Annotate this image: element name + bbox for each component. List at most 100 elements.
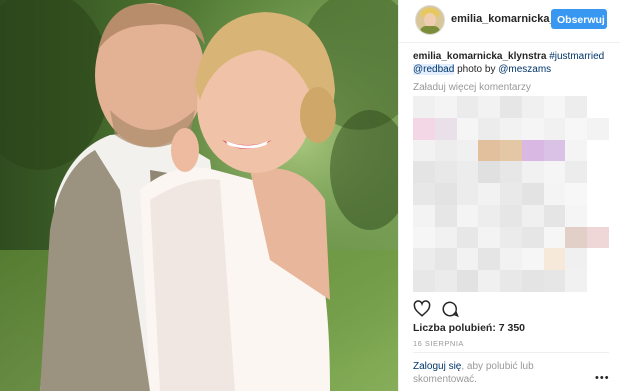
pixel-block — [543, 226, 566, 249]
mention-link[interactable]: @redbad — [413, 64, 455, 75]
pixel-block — [500, 117, 522, 140]
instagram-post-embed: emilia_komarnicka_ Obserwuj emilia_komar… — [0, 0, 620, 391]
wedding-couple-image — [0, 0, 398, 391]
more-options-icon[interactable]: ••• — [595, 372, 610, 384]
pixel-block — [413, 161, 435, 184]
pixel-block — [500, 183, 522, 205]
pixel-block — [565, 183, 588, 205]
pixel-block — [587, 161, 609, 184]
pixel-block — [413, 226, 435, 249]
post-header: emilia_komarnicka_ Obserwuj — [399, 0, 620, 43]
pixel-block — [478, 226, 501, 249]
pixel-block — [543, 204, 566, 227]
pixel-block — [543, 117, 566, 140]
photo-by-text: photo by — [457, 64, 496, 75]
pixel-block — [565, 117, 588, 140]
pixel-block — [521, 161, 544, 184]
pixel-block — [456, 226, 479, 249]
pixel-block — [500, 204, 522, 227]
pixel-block — [434, 183, 457, 205]
pixel-block — [500, 161, 522, 184]
pixel-block — [478, 248, 501, 271]
pixel-block — [434, 204, 457, 227]
pixel-block — [587, 204, 609, 227]
pixel-block — [543, 183, 566, 205]
pixel-block — [521, 204, 544, 227]
pixel-block — [478, 161, 501, 184]
pixel-block — [456, 96, 479, 118]
pixel-block — [456, 161, 479, 184]
pixel-block — [413, 204, 435, 227]
pixel-block — [456, 248, 479, 271]
pixel-block — [413, 183, 435, 205]
pixel-block — [521, 139, 544, 162]
pixel-block — [543, 139, 566, 162]
pixel-block — [478, 183, 501, 205]
pixel-block — [500, 270, 522, 292]
post-username[interactable]: emilia_komarnicka_ — [451, 13, 556, 25]
caption-username[interactable]: emilia_komarnicka_klynstra — [413, 51, 546, 62]
pixel-block — [565, 96, 588, 118]
pixel-block — [565, 204, 588, 227]
pixel-block — [413, 270, 435, 292]
pixel-block — [587, 226, 609, 249]
pixel-block — [434, 226, 457, 249]
pixel-block — [500, 226, 522, 249]
pixel-block — [587, 96, 609, 118]
pixel-block — [587, 270, 609, 292]
pixel-block — [565, 248, 588, 271]
pixel-block — [500, 96, 522, 118]
divider — [413, 352, 609, 353]
caption-comment: emilia_komarnicka_klynstra #justmarried … — [413, 50, 609, 76]
follow-button[interactable]: Obserwuj — [551, 9, 607, 29]
pixel-block — [565, 226, 588, 249]
post-sidebar: emilia_komarnicka_ Obserwuj emilia_komar… — [398, 0, 620, 391]
pixel-block — [587, 117, 609, 140]
pixel-block — [478, 270, 501, 292]
pixel-block — [456, 204, 479, 227]
pixel-block — [521, 183, 544, 205]
post-photo[interactable] — [0, 0, 398, 391]
pixel-block — [434, 117, 457, 140]
pixel-block — [434, 161, 457, 184]
pixel-block — [521, 226, 544, 249]
like-count[interactable]: Liczba polubień: 7 350 — [413, 322, 525, 334]
pixel-block — [543, 248, 566, 271]
pixel-block — [543, 96, 566, 118]
pixel-block — [478, 117, 501, 140]
pixel-block — [543, 270, 566, 292]
login-prompt: Zaloguj się, aby polubić lub skomentować… — [413, 360, 593, 386]
pixel-block — [543, 161, 566, 184]
pixel-block — [521, 270, 544, 292]
post-actions — [413, 300, 473, 318]
credit-mention-link[interactable]: @meszams — [498, 64, 551, 75]
load-more-comments-link[interactable]: Załaduj więcej komentarzy — [413, 82, 531, 93]
pixel-block — [478, 139, 501, 162]
pixel-block — [413, 248, 435, 271]
post-date[interactable]: 16 SIERPNIA — [413, 339, 464, 348]
pixel-block — [434, 139, 457, 162]
pixel-block — [434, 96, 457, 118]
caption: emilia_komarnicka_klynstra #justmarried … — [413, 50, 609, 76]
hashtag-link[interactable]: #justmarried — [549, 51, 604, 62]
pixel-block — [456, 117, 479, 140]
pixel-block — [478, 204, 501, 227]
pixel-block — [521, 248, 544, 271]
pixel-block — [434, 248, 457, 271]
pixel-block — [478, 96, 501, 118]
pixel-block — [587, 183, 609, 205]
login-link[interactable]: Zaloguj się — [413, 361, 461, 372]
pixel-block — [521, 117, 544, 140]
avatar[interactable] — [415, 5, 445, 35]
pixel-block — [565, 139, 588, 162]
heart-icon[interactable] — [413, 300, 431, 318]
pixel-block — [413, 139, 435, 162]
pixel-block — [456, 139, 479, 162]
pixelated-comments-block — [413, 96, 609, 292]
comment-icon[interactable] — [441, 300, 459, 318]
pixel-block — [565, 270, 588, 292]
pixel-block — [413, 117, 435, 140]
pixel-block — [500, 248, 522, 271]
pixel-block — [500, 139, 522, 162]
pixel-block — [456, 183, 479, 205]
